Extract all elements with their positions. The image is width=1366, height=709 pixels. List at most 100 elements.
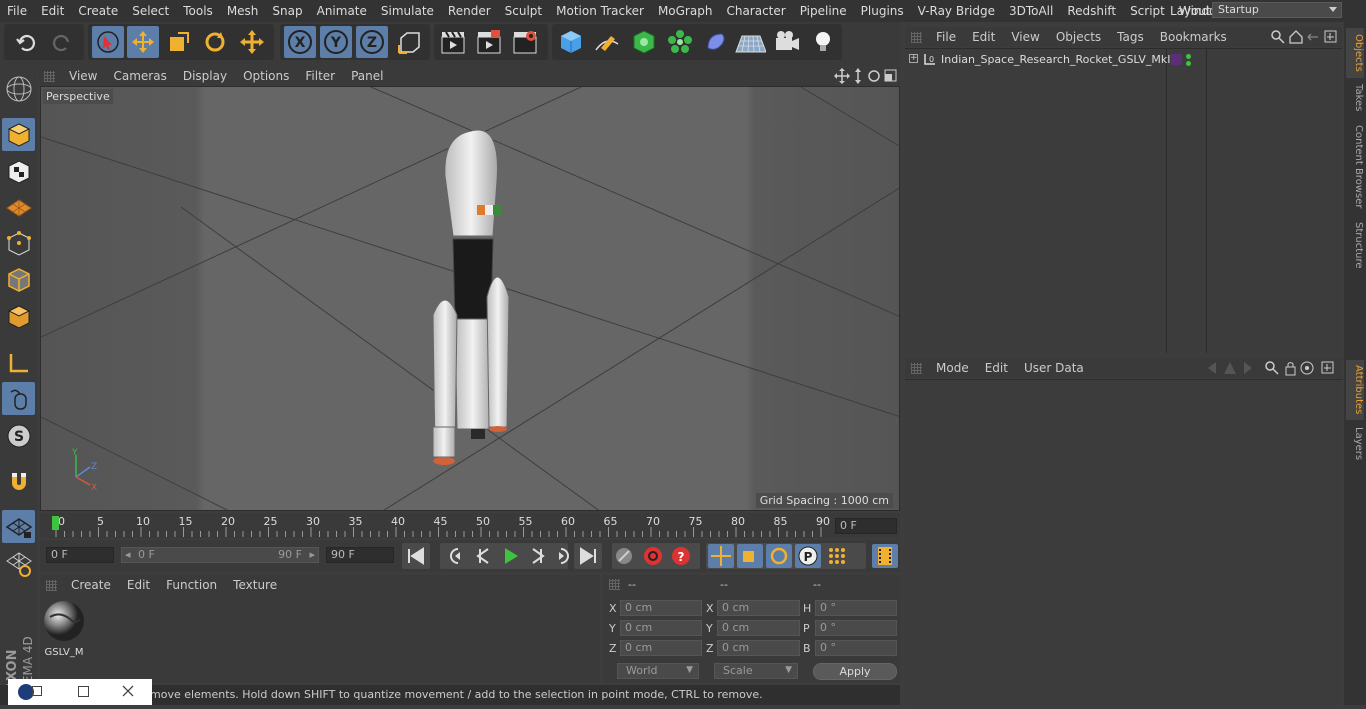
menu-pipeline[interactable]: Pipeline — [793, 0, 854, 22]
menu-sculpt[interactable]: Sculpt — [498, 0, 549, 22]
workplane-button[interactable] — [2, 190, 35, 223]
attributes-header-icons[interactable] — [1200, 360, 1340, 376]
menu-character[interactable]: Character — [719, 0, 792, 22]
live-selection-button[interactable] — [92, 26, 124, 58]
render-view-button[interactable] — [437, 26, 469, 58]
menu-edit[interactable]: Edit — [34, 0, 71, 22]
tab-structure[interactable]: Structure — [1346, 218, 1364, 272]
axis-mode-button[interactable] — [2, 346, 35, 379]
cube-button[interactable] — [555, 26, 587, 58]
key-scale-button[interactable] — [737, 544, 763, 568]
x-axis-button[interactable]: X — [284, 26, 316, 58]
points-mode-button[interactable] — [2, 227, 35, 260]
close-icon[interactable] — [122, 685, 134, 697]
attributes-menu-mode[interactable]: Mode — [928, 361, 977, 375]
menu-script[interactable]: Script — [1123, 0, 1172, 22]
edges-mode-button[interactable] — [2, 263, 35, 296]
size-z-field[interactable]: 0 cm — [717, 640, 800, 656]
menu-render[interactable]: Render — [441, 0, 498, 22]
deformer-button[interactable] — [700, 26, 732, 58]
object-row[interactable]: + 0 Indian_Space_Research_Rocket_GSLV_Mk… — [905, 52, 1342, 70]
menu-create[interactable]: Create — [71, 0, 125, 22]
menu-redshift[interactable]: Redshift — [1060, 0, 1123, 22]
playhead-marker[interactable] — [52, 516, 59, 530]
menu-plugins[interactable]: Plugins — [854, 0, 911, 22]
scale-tool-button[interactable] — [163, 26, 195, 58]
snap-button[interactable] — [2, 465, 35, 498]
editor-visibility-icon[interactable] — [1186, 54, 1191, 59]
model-mode-button[interactable] — [2, 118, 35, 151]
render-picture-viewer-button[interactable] — [473, 26, 505, 58]
key-position-button[interactable] — [708, 544, 734, 568]
viewport-nav-icons[interactable] — [834, 68, 898, 84]
objects-header-icons[interactable] — [1270, 29, 1340, 45]
key-pla-button[interactable] — [829, 548, 845, 564]
menu-snap[interactable]: Snap — [265, 0, 309, 22]
start-frame-field[interactable]: 0 F — [46, 547, 114, 563]
autokey-button[interactable] — [644, 547, 662, 565]
transform-tool-button[interactable] — [236, 26, 268, 58]
material-menu-texture[interactable]: Texture — [225, 578, 285, 592]
z-axis-button[interactable]: Z — [356, 26, 388, 58]
viewport-menu-panel[interactable]: Panel — [343, 69, 391, 83]
pen-spline-button[interactable] — [591, 26, 623, 58]
rotation-p-field[interactable]: 0 ° — [815, 620, 897, 636]
layer-color-icon[interactable] — [1171, 54, 1182, 65]
tab-layers[interactable]: Layers — [1346, 426, 1364, 462]
redo-button[interactable] — [46, 26, 78, 58]
apply-button[interactable]: Apply — [813, 663, 897, 680]
menu-file[interactable]: File — [0, 0, 34, 22]
render-settings-button[interactable] — [509, 26, 541, 58]
menu-motion-tracker[interactable]: Motion Tracker — [549, 0, 651, 22]
rotation-h-field[interactable]: 0 ° — [815, 600, 897, 616]
panel-grip-icon[interactable] — [44, 70, 55, 82]
coordinate-mode-select[interactable]: World ▼ — [617, 663, 699, 679]
objects-menu-objects[interactable]: Objects — [1048, 30, 1109, 44]
go-to-end-button[interactable] — [574, 543, 602, 569]
cloner-button[interactable] — [664, 26, 696, 58]
material-menu-function[interactable]: Function — [158, 578, 225, 592]
position-y-field[interactable]: 0 cm — [620, 620, 702, 636]
panel-grip-icon[interactable] — [911, 31, 922, 43]
floor-button[interactable] — [734, 26, 766, 58]
rotation-b-field[interactable]: 0 ° — [815, 640, 897, 656]
menu-simulate[interactable]: Simulate — [374, 0, 441, 22]
objects-menu-file[interactable]: File — [928, 30, 964, 44]
material-item[interactable]: GSLV_M — [42, 599, 86, 658]
texture-mode-button[interactable] — [2, 155, 35, 188]
menu-mograph[interactable]: MoGraph — [651, 0, 720, 22]
current-frame-field[interactable]: 0 F — [835, 518, 897, 534]
viewport-menu-options[interactable]: Options — [235, 69, 297, 83]
y-axis-button[interactable]: Y — [320, 26, 352, 58]
size-x-field[interactable]: 0 cm — [717, 600, 800, 616]
material-menu-create[interactable]: Create — [63, 578, 119, 592]
objects-menu-tags[interactable]: Tags — [1109, 30, 1152, 44]
end-frame-field[interactable]: 90 F — [326, 547, 394, 563]
polygons-mode-button[interactable] — [2, 300, 35, 333]
attributes-menu-edit[interactable]: Edit — [977, 361, 1016, 375]
rotate-tool-button[interactable] — [199, 26, 231, 58]
material-menu-edit[interactable]: Edit — [119, 578, 158, 592]
subdivision-button[interactable] — [628, 26, 660, 58]
tab-content-browser[interactable]: Content Browser — [1346, 122, 1364, 212]
position-x-field[interactable]: 0 cm — [620, 600, 702, 616]
scale-mode-select[interactable]: Scale ▼ — [714, 663, 798, 679]
objects-menu-bookmarks[interactable]: Bookmarks — [1152, 30, 1235, 44]
timeline-window-button[interactable] — [872, 544, 898, 568]
viewport-menu-filter[interactable]: Filter — [297, 69, 343, 83]
panel-grip-icon[interactable] — [911, 362, 922, 374]
tab-takes[interactable]: Takes — [1346, 82, 1364, 114]
keyframe-selection-button[interactable]: ? — [672, 547, 690, 565]
objects-menu-edit[interactable]: Edit — [964, 30, 1003, 44]
expand-icon[interactable]: + — [909, 54, 918, 63]
maximize-icon[interactable] — [78, 686, 89, 697]
tweak-mode-button[interactable] — [2, 382, 35, 415]
tab-objects[interactable]: Objects — [1346, 28, 1364, 78]
objects-menu-view[interactable]: View — [1003, 30, 1047, 44]
menu-animate[interactable]: Animate — [310, 0, 374, 22]
camera-label[interactable]: Perspective — [43, 89, 113, 104]
viewport-menu-cameras[interactable]: Cameras — [105, 69, 174, 83]
timeline-ruler[interactable]: 0 5 10 15 20 25 30 35 40 45 50 55 60 65 70 75 80 85 90 0 F — [40, 513, 900, 538]
tab-attributes[interactable]: Attributes — [1346, 360, 1364, 420]
menu-tools[interactable]: Tools — [176, 0, 220, 22]
